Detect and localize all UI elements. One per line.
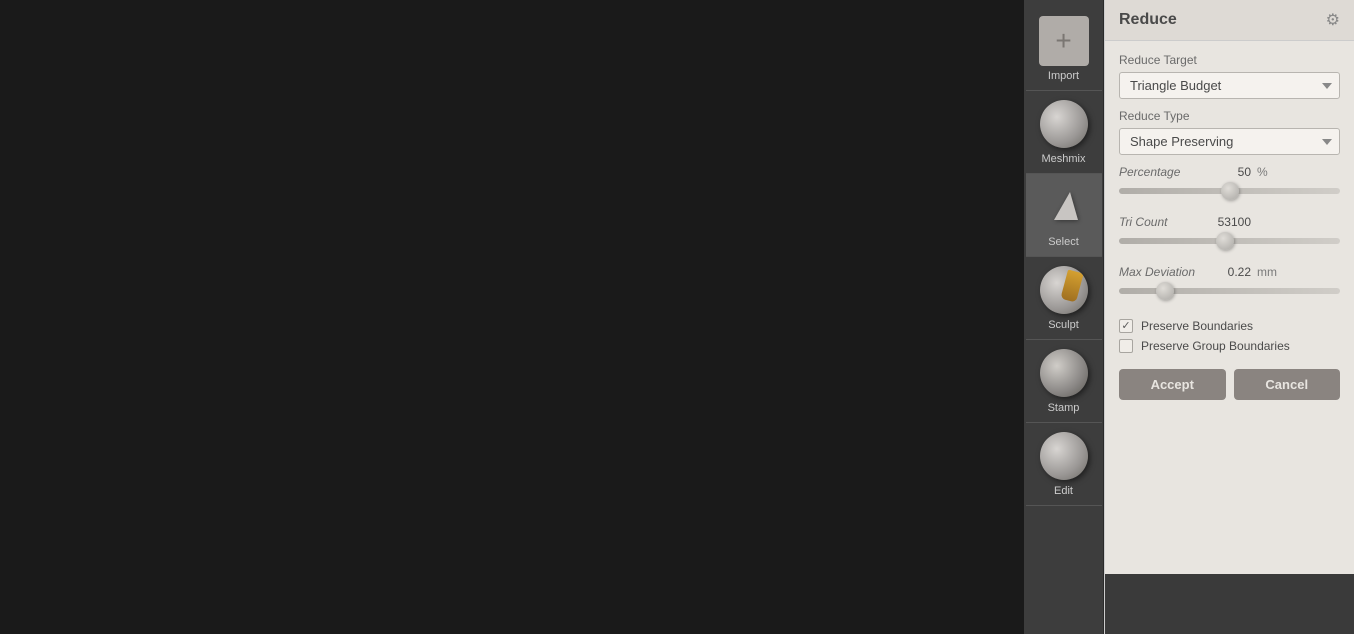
tri-count-row: Tri Count 53100 [1119, 215, 1340, 229]
max-deviation-slider[interactable] [1119, 288, 1340, 294]
percentage-value: 50 [1215, 165, 1251, 179]
reduce-panel: Reduce ⚙ Reduce Target Triangle Budget P… [1104, 0, 1354, 634]
import-icon-area: + [1039, 16, 1089, 66]
edit-label: Edit [1054, 485, 1073, 497]
tri-count-label: Tri Count [1119, 215, 1209, 229]
accept-button[interactable]: Accept [1119, 369, 1226, 400]
preserve-group-boundaries-label: Preserve Group Boundaries [1141, 339, 1290, 353]
stamp-label: Stamp [1048, 402, 1080, 414]
reduce-type-dropdown[interactable]: Shape Preserving Fast Quality [1119, 128, 1340, 155]
sidebar-item-meshmix[interactable]: Meshmix [1026, 91, 1102, 174]
stamp-icon-area [1039, 348, 1089, 398]
import-label: Import [1048, 70, 1079, 82]
panel-body: Reduce Target Triangle Budget Percentage… [1105, 41, 1354, 574]
sidebar-item-edit[interactable]: Edit [1026, 423, 1102, 506]
reduce-type-label: Reduce Type [1119, 109, 1340, 123]
max-deviation-row: Max Deviation 0.22 mm [1119, 265, 1340, 279]
select-arrow-icon [1044, 187, 1084, 227]
panel-title: Reduce [1119, 11, 1177, 29]
tri-count-slider-container [1119, 231, 1340, 249]
sidebar-item-select[interactable]: Select [1026, 174, 1102, 257]
meshmix-label: Meshmix [1041, 153, 1085, 165]
plus-icon: + [1039, 16, 1089, 66]
background-area [0, 0, 1024, 634]
tri-count-slider[interactable] [1119, 238, 1340, 244]
select-label: Select [1048, 236, 1079, 248]
max-deviation-unit: mm [1257, 265, 1277, 279]
cancel-button[interactable]: Cancel [1234, 369, 1341, 400]
preserve-group-boundaries-item[interactable]: Preserve Group Boundaries [1119, 339, 1340, 353]
reduce-target-group: Reduce Target Triangle Budget Percentage… [1119, 53, 1340, 99]
meshmix-icon [1040, 100, 1088, 148]
meshmix-icon-area [1039, 99, 1089, 149]
preserve-boundaries-checkbox[interactable] [1119, 319, 1133, 333]
tri-count-value: 53100 [1215, 215, 1251, 229]
reduce-target-dropdown[interactable]: Triangle Budget Percentage Max Deviation [1119, 72, 1340, 99]
button-row: Accept Cancel [1119, 369, 1340, 400]
percentage-slider[interactable] [1119, 188, 1340, 194]
sculpt-icon [1040, 266, 1088, 314]
select-icon-area [1039, 182, 1089, 232]
percentage-label: Percentage [1119, 165, 1209, 179]
reduce-target-dropdown-wrapper: Triangle Budget Percentage Max Deviation [1119, 72, 1340, 99]
preserve-group-boundaries-checkbox[interactable] [1119, 339, 1133, 353]
percentage-row: Percentage 50 % [1119, 165, 1340, 179]
edit-icon-area [1039, 431, 1089, 481]
reduce-target-label: Reduce Target [1119, 53, 1340, 67]
reduce-type-group: Reduce Type Shape Preserving Fast Qualit… [1119, 109, 1340, 155]
reduce-type-dropdown-wrapper: Shape Preserving Fast Quality [1119, 128, 1340, 155]
percentage-unit: % [1257, 165, 1277, 179]
sculpt-icon-area [1039, 265, 1089, 315]
max-deviation-label: Max Deviation [1119, 265, 1209, 279]
max-deviation-slider-container [1119, 281, 1340, 299]
panel-header: Reduce ⚙ [1105, 0, 1354, 41]
sidebar: + Import Meshmix Select Sculpt Stamp [1024, 0, 1104, 634]
sidebar-item-sculpt[interactable]: Sculpt [1026, 257, 1102, 340]
max-deviation-value: 0.22 [1215, 265, 1251, 279]
checkbox-group: Preserve Boundaries Preserve Group Bound… [1119, 319, 1340, 353]
sculpt-label: Sculpt [1048, 319, 1079, 331]
preserve-boundaries-item[interactable]: Preserve Boundaries [1119, 319, 1340, 333]
stamp-sphere-icon [1040, 349, 1088, 397]
preserve-boundaries-label: Preserve Boundaries [1141, 319, 1253, 333]
percentage-slider-container [1119, 181, 1340, 199]
edit-sphere-icon [1040, 432, 1088, 480]
tri-count-group: Tri Count 53100 [1119, 215, 1340, 255]
panel-bottom-area [1105, 574, 1354, 634]
max-deviation-group: Max Deviation 0.22 mm [1119, 265, 1340, 305]
percentage-group: Percentage 50 % [1119, 165, 1340, 205]
sidebar-item-import[interactable]: + Import [1026, 8, 1102, 91]
sidebar-item-stamp[interactable]: Stamp [1026, 340, 1102, 423]
gear-icon[interactable]: ⚙ [1326, 10, 1340, 30]
